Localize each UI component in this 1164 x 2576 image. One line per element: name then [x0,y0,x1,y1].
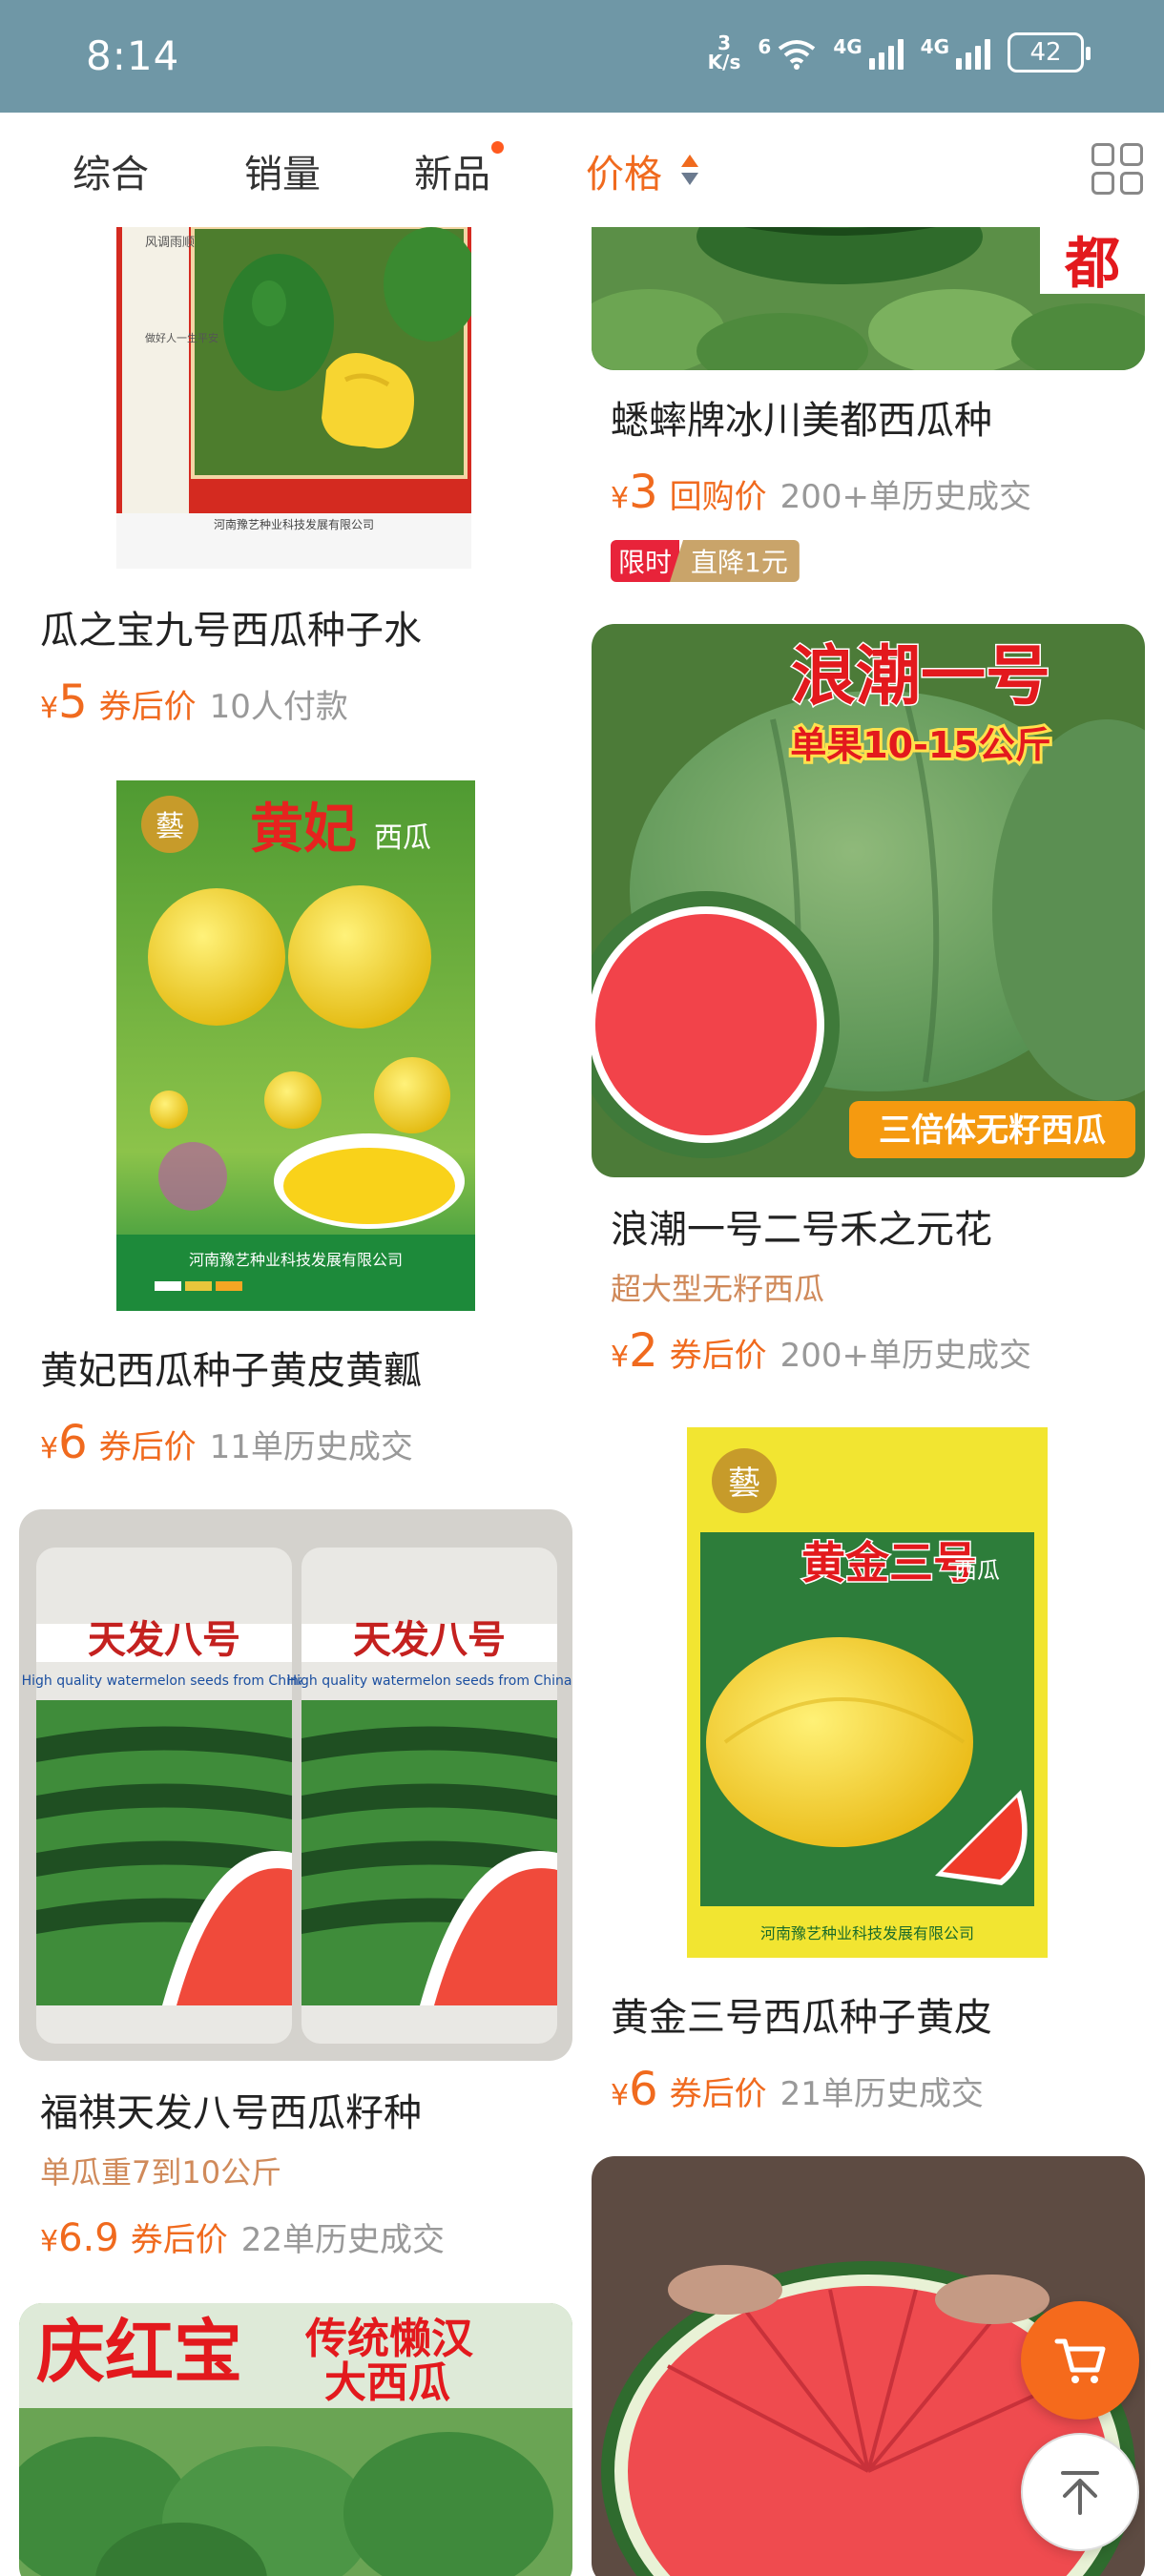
product-title: 蟋蟀牌冰川美都西瓜种 [611,399,992,443]
sales-count: 10人付款 [209,688,348,726]
image-brand: 都 [1064,231,1120,296]
product-image: 藝 黄妃 西瓜 河南豫艺种业科技发展有限公司 [116,780,475,1311]
price-line: ¥3 回购价 200+单历史成交 [611,466,1031,519]
promo-discount: 直降1元 [670,540,800,582]
wifi-icon: 6 [758,35,816,70]
back-to-top-button[interactable] [1021,2433,1139,2551]
price: ¥3 [611,466,658,519]
price-tag: 券后价 [669,2075,767,2113]
cart-button[interactable] [1021,2301,1139,2420]
sales-count: 22单历史成交 [240,2221,445,2259]
sales-count: 200+单历史成交 [779,1337,1032,1375]
signal-2-label: 4G [920,35,949,58]
image-company: 河南豫艺种业科技发展有限公司 [760,1924,974,1942]
price-tag: 券后价 [130,2221,228,2259]
status-bar: 8:14 3 K/s 6 4G 4G 42 [0,0,1164,113]
price: ¥6 [611,2063,658,2116]
promo-badge: 限时 直降1元 [611,540,800,582]
price-tag: 券后价 [98,1428,197,1466]
network-speed-unit: K/s [707,51,741,73]
status-icons: 3 K/s 6 4G 4G 42 [708,32,1091,73]
sales-count: 21单历史成交 [779,2075,984,2113]
brand-logo: 藝 [156,810,184,843]
cart-icon [1054,2338,1106,2383]
sort-arrows-icon [681,155,698,185]
price-line: ¥2 券后价 200+单历史成交 [611,1324,1031,1378]
can-subtitle-2: High quality watermelon seeds from China [287,1673,572,1689]
price-tag: 券后价 [98,688,197,726]
tab-price-label: 价格 [586,153,662,197]
product-image: 都 [592,227,1145,370]
tab-new[interactable]: 新品 [414,141,504,198]
promo-limited: 限时 [611,540,680,582]
can-subtitle-1: High quality watermelon seeds from China [22,1673,307,1689]
tab-sales[interactable]: 销量 [244,143,321,198]
brand-name: 黄妃 [250,798,357,861]
tab-new-label: 新品 [414,153,490,197]
arrow-up-icon [1061,2471,1099,2515]
product-subtitle: 单瓜重7到10公斤 [40,2154,282,2191]
image-company: 河南豫艺种业科技发展有限公司 [214,517,374,531]
image-badge: 三倍体无籽西瓜 [879,1111,1106,1150]
image-caption-2: 做好人一生平安 [145,331,218,344]
can-title-2: 天发八号 [353,1617,506,1662]
network-speed: 3 K/s [708,33,741,72]
price: ¥5 [40,675,88,729]
brand-subname: 西瓜 [954,1557,1000,1584]
product-title: 福祺天发八号西瓜籽种 [40,2091,422,2135]
product-image: 天发八号 High quality watermelon seeds from … [19,1509,572,2061]
sales-count: 200+单历史成交 [779,478,1032,516]
price-line: ¥6 券后价 11单历史成交 [40,1416,413,1469]
price-tag: 券后价 [669,1337,767,1375]
layout-grid-icon[interactable] [1091,143,1143,195]
price-line: ¥5 券后价 10人付款 [40,675,348,729]
price-line: ¥6.9 券后价 22单历史成交 [40,2213,445,2260]
product-subtitle: 超大型无籽西瓜 [611,1271,825,1307]
price-tag: 回购价 [669,478,767,516]
image-caption-1: 风调雨顺 [145,236,195,250]
battery-icon: 42 [1008,32,1091,73]
brand-subname: 西瓜 [374,821,431,855]
image-subheadline: 单果10-15公斤 [790,724,1051,766]
signal-icon-2: 4G [921,35,990,70]
new-indicator-dot [491,141,504,154]
product-image: 藝 黄金三号 西瓜 河南豫艺种业科技发展有限公司 [687,1427,1048,1958]
brand-logo: 藝 [728,1465,760,1503]
brand-name: 黄金三号 [801,1537,977,1589]
signal-1-label: 4G [833,35,863,58]
image-headline: 浪潮一号 [791,638,1050,715]
price: ¥6.9 [40,2216,119,2260]
signal-icon-1: 4G [833,35,904,70]
price: ¥6 [40,1416,88,1469]
tab-comprehensive[interactable]: 综合 [73,143,149,198]
product-title: 浪潮一号二号禾之元花 [611,1208,992,1252]
filter-bar: 综合 销量 新品 价格 [0,113,1164,227]
image-headline: 庆红宝 [36,2311,242,2392]
can-title-1: 天发八号 [88,1617,240,1662]
sales-count: 11单历史成交 [209,1428,413,1466]
tab-price[interactable]: 价格 [586,143,698,198]
network-speed-value: 3 [717,31,731,54]
image-company: 河南豫艺种业科技发展有限公司 [189,1251,403,1269]
image-tagline-2: 大西瓜 [324,2358,450,2407]
wifi-label: 6 [758,35,772,58]
product-title: 瓜之宝九号西瓜种子水 [40,609,422,653]
product-title: 黄妃西瓜种子黄皮黄瓤 [40,1349,422,1393]
product-image: 浪潮一号 单果10-15公斤 三倍体无籽西瓜 [592,624,1145,1177]
battery-level: 42 [1029,38,1062,67]
price: ¥2 [611,1324,658,1378]
product-image: 庆红宝 传统懒汉 大西瓜 [19,2303,572,2576]
clock: 8:14 [86,32,180,79]
price-line: ¥6 券后价 21单历史成交 [611,2063,984,2116]
product-title: 黄金三号西瓜种子黄皮 [611,1996,992,2040]
image-tagline-1: 传统懒汉 [304,2315,474,2363]
product-image: 风调雨顺 做好人一生平安 河南豫艺种业科技发展有限公司 [116,227,471,569]
